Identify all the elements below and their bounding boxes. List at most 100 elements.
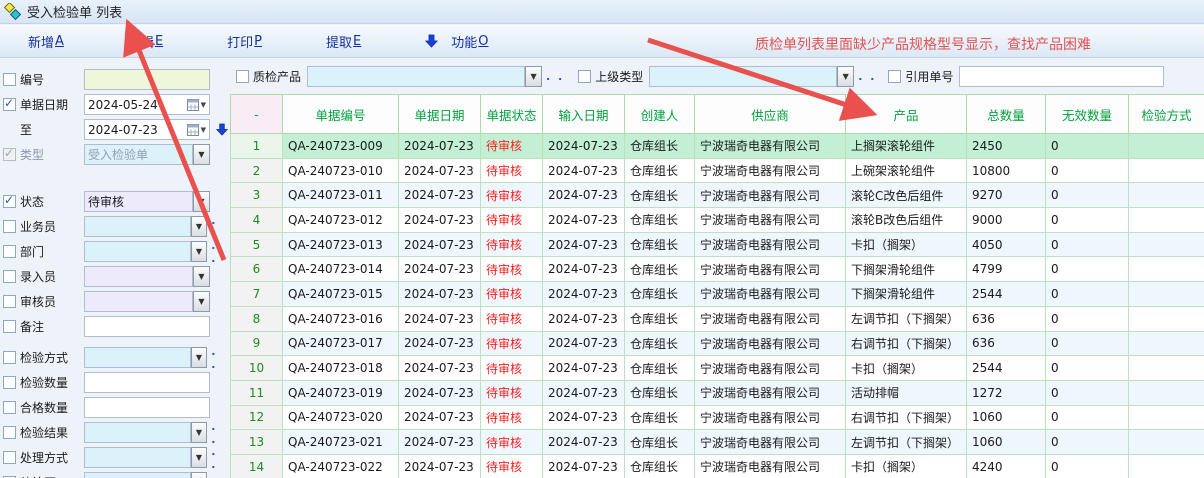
table-cell[interactable]: 4240 (967, 454, 1046, 478)
table-cell[interactable]: 待审核 (481, 331, 543, 356)
table-cell[interactable]: 0 (1046, 134, 1129, 159)
table-cell[interactable]: 待审核 (481, 454, 543, 478)
table-cell[interactable]: 10800 (967, 158, 1046, 183)
table-cell[interactable]: 4799 (967, 257, 1046, 282)
table-cell[interactable]: 卡扣（搁架） (846, 454, 967, 478)
entry-clerk-field[interactable] (84, 266, 193, 287)
table-cell[interactable]: 宁波瑞奇电器有限公司 (695, 232, 846, 257)
table-cell[interactable]: 宁波瑞奇电器有限公司 (695, 257, 846, 282)
table-cell[interactable]: 宁波瑞奇电器有限公司 (695, 183, 846, 208)
table-cell[interactable]: 左调节扣（下搁架） (846, 430, 967, 455)
table-cell[interactable] (1129, 183, 1204, 208)
table-cell[interactable]: 2024-07-23 (543, 430, 625, 455)
table-row[interactable]: 8QA-240723-0162024-07-23待审核2024-07-23仓库组… (231, 306, 1204, 331)
status-checkbox[interactable] (3, 195, 16, 208)
handle-method-field[interactable] (84, 447, 191, 468)
table-cell[interactable]: QA-240723-019 (283, 380, 399, 405)
table-cell[interactable]: 宁波瑞奇电器有限公司 (695, 282, 846, 307)
table-cell[interactable]: QA-240723-014 (283, 257, 399, 282)
parent-type-more-button[interactable]: . . (858, 70, 876, 83)
table-cell[interactable]: QA-240723-009 (283, 134, 399, 159)
table-cell[interactable]: QA-240723-010 (283, 158, 399, 183)
print-button[interactable]: 打印P (227, 32, 262, 51)
column-header[interactable]: 输入日期 (543, 95, 625, 134)
department-more-button[interactable]: . . (211, 239, 229, 265)
table-cell[interactable]: 9270 (967, 183, 1046, 208)
table-cell[interactable]: 0 (1046, 232, 1129, 257)
handle-method-more-button[interactable]: . . (211, 445, 229, 471)
table-cell[interactable]: 2544 (967, 282, 1046, 307)
table-cell[interactable]: 0 (1046, 331, 1129, 356)
table-cell[interactable]: QA-240723-011 (283, 183, 399, 208)
table-cell[interactable]: 2024-07-23 (399, 134, 481, 159)
doc-number-checkbox[interactable] (3, 73, 16, 86)
table-cell[interactable]: 仓库组长 (625, 380, 695, 405)
table-cell[interactable]: 2024-07-23 (399, 282, 481, 307)
entry-clerk-checkbox[interactable] (3, 270, 16, 283)
table-cell[interactable]: 2024-07-23 (399, 454, 481, 478)
table-cell[interactable]: QA-240723-013 (283, 232, 399, 257)
table-cell[interactable]: 636 (967, 306, 1046, 331)
table-row[interactable]: 3QA-240723-0112024-07-23待审核2024-07-23仓库组… (231, 183, 1204, 208)
qc-product-field[interactable] (307, 66, 525, 87)
table-cell[interactable]: 仓库组长 (625, 134, 695, 159)
table-cell[interactable]: QA-240723-015 (283, 282, 399, 307)
table-row[interactable]: 6QA-240723-0142024-07-23待审核2024-07-23仓库组… (231, 257, 1204, 282)
pending-area-field[interactable] (84, 472, 191, 478)
table-cell[interactable]: 2024-07-23 (399, 257, 481, 282)
table-cell[interactable]: 仓库组长 (625, 306, 695, 331)
table-cell[interactable]: 待审核 (481, 430, 543, 455)
table-cell[interactable]: 上搁架滚轮组件 (846, 134, 967, 159)
table-cell[interactable]: 2024-07-23 (543, 331, 625, 356)
inspect-method-checkbox[interactable] (3, 351, 16, 364)
table-row[interactable]: 10QA-240723-0182024-07-23待审核2024-07-23仓库… (231, 356, 1204, 381)
table-cell[interactable]: 仓库组长 (625, 232, 695, 257)
table-cell[interactable]: 2024-07-23 (399, 405, 481, 430)
column-header[interactable]: 总数量 (967, 95, 1046, 134)
table-cell[interactable] (1129, 331, 1204, 356)
inspect-result-more-button[interactable]: . . (211, 420, 229, 446)
auditor-field[interactable] (84, 291, 193, 312)
table-cell[interactable]: 上碗架滚轮组件 (846, 158, 967, 183)
table-cell[interactable]: 宁波瑞奇电器有限公司 (695, 134, 846, 159)
row-number-cell[interactable]: 6 (231, 257, 283, 282)
table-cell[interactable]: 待审核 (481, 356, 543, 381)
row-number-cell[interactable]: 12 (231, 405, 283, 430)
table-cell[interactable] (1129, 356, 1204, 381)
pending-area-dropdown-button[interactable]: ▼ (191, 472, 208, 478)
table-cell[interactable]: 2024-07-23 (399, 232, 481, 257)
table-row[interactable]: 14QA-240723-0222024-07-23待审核2024-07-23仓库… (231, 454, 1204, 478)
table-cell[interactable]: 仓库组长 (625, 282, 695, 307)
parent-type-dropdown-button[interactable]: ▼ (837, 66, 854, 87)
column-header[interactable]: 创建人 (625, 95, 695, 134)
function-button[interactable]: 功能O (425, 32, 488, 51)
table-cell[interactable]: 2024-07-23 (543, 454, 625, 478)
table-cell[interactable]: 下搁架滑轮组件 (846, 282, 967, 307)
row-number-cell[interactable]: 10 (231, 356, 283, 381)
salesperson-dropdown-button[interactable]: ▼ (191, 216, 208, 237)
handle-method-dropdown-button[interactable]: ▼ (191, 447, 208, 468)
table-cell[interactable]: 卡扣（搁架） (846, 232, 967, 257)
table-cell[interactable]: 2024-07-23 (543, 208, 625, 233)
department-dropdown-button[interactable]: ▼ (191, 241, 208, 262)
table-cell[interactable]: 待审核 (481, 405, 543, 430)
table-cell[interactable]: 仓库组长 (625, 183, 695, 208)
table-cell[interactable]: 仓库组长 (625, 454, 695, 478)
table-cell[interactable]: 2024-07-23 (399, 331, 481, 356)
inspect-method-dropdown-button[interactable]: ▼ (191, 347, 208, 368)
table-cell[interactable]: 仓库组长 (625, 158, 695, 183)
table-cell[interactable]: 0 (1046, 158, 1129, 183)
table-cell[interactable]: 左调节扣（下搁架） (846, 306, 967, 331)
handle-method-checkbox[interactable] (3, 451, 16, 464)
row-number-cell[interactable]: 1 (231, 134, 283, 159)
extract-button[interactable]: 提取E (326, 32, 361, 51)
column-header[interactable]: 供应商 (695, 95, 846, 134)
table-cell[interactable]: 待审核 (481, 183, 543, 208)
table-cell[interactable]: 待审核 (481, 158, 543, 183)
table-cell[interactable]: 滚轮B改色后组件 (846, 208, 967, 233)
table-cell[interactable] (1129, 134, 1204, 159)
inspect-result-dropdown-button[interactable]: ▼ (191, 422, 208, 443)
auditor-checkbox[interactable] (3, 295, 16, 308)
table-cell[interactable] (1129, 232, 1204, 257)
table-cell[interactable] (1129, 208, 1204, 233)
